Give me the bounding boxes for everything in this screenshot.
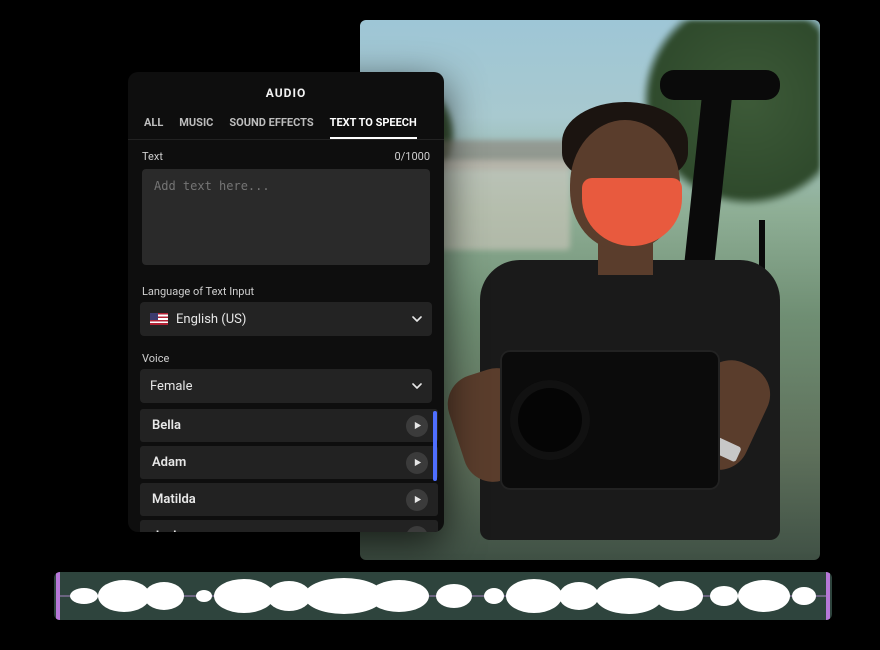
play-preview-button[interactable] [406, 415, 428, 437]
voice-option-label: Bella [152, 418, 181, 433]
text-section: Text 0/1000 [128, 140, 444, 275]
waveform-graphic [54, 572, 832, 620]
text-char-counter: 0/1000 [395, 150, 430, 163]
play-preview-button[interactable] [406, 489, 428, 511]
audio-tabs: ALL MUSIC SOUND EFFECTS TEXT TO SPEECH [128, 110, 444, 140]
chevron-down-icon [412, 381, 422, 391]
voice-value: Female [150, 379, 192, 394]
voice-option-josh[interactable]: Josh [140, 520, 438, 532]
voice-option-label: Adam [152, 455, 186, 470]
language-label: Language of Text Input [128, 275, 444, 302]
text-label: Text [142, 150, 163, 163]
scrollbar-thumb[interactable] [433, 411, 437, 481]
voice-select[interactable]: Female [140, 369, 432, 403]
voice-options-list: Bella Adam Matilda Josh [140, 409, 438, 532]
audio-waveform-clip[interactable] [54, 572, 832, 620]
tab-all[interactable]: ALL [144, 110, 163, 139]
panel-title: AUDIO [128, 72, 444, 110]
voice-option-label: Matilda [152, 492, 196, 507]
voice-option-bella[interactable]: Bella [140, 409, 438, 442]
us-flag-icon [150, 313, 168, 325]
voice-label: Voice [128, 342, 444, 369]
tab-music[interactable]: MUSIC [179, 110, 213, 139]
language-select[interactable]: English (US) [140, 302, 432, 336]
play-preview-button[interactable] [406, 526, 428, 533]
tts-text-input[interactable] [142, 169, 430, 265]
audio-panel: AUDIO ALL MUSIC SOUND EFFECTS TEXT TO SP… [128, 72, 444, 532]
tab-sound-effects[interactable]: SOUND EFFECTS [229, 110, 313, 139]
voice-option-matilda[interactable]: Matilda [140, 483, 438, 516]
voice-option-label: Josh [152, 529, 181, 532]
voice-option-adam[interactable]: Adam [140, 446, 438, 479]
play-preview-button[interactable] [406, 452, 428, 474]
language-value: English (US) [176, 312, 246, 327]
photo-camera-rig [660, 70, 780, 100]
photo-camera-lens [510, 380, 590, 460]
chevron-down-icon [412, 314, 422, 324]
tab-text-to-speech[interactable]: TEXT TO SPEECH [330, 110, 417, 139]
